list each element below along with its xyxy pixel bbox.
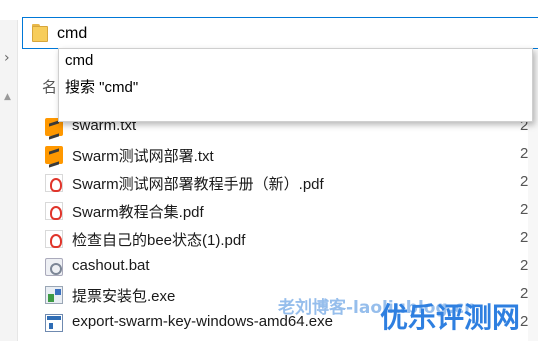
collapse-arrow-icon[interactable]: ▲ xyxy=(4,92,11,102)
address-bar[interactable] xyxy=(22,17,538,49)
file-name: Swarm测试网部署教程手册（新）.pdf xyxy=(72,176,324,193)
watermark-logo-text: 优乐评测网 xyxy=(380,301,521,334)
file-name: cashout.bat xyxy=(72,257,150,274)
exe-icon xyxy=(45,314,63,332)
autocomplete-dropdown[interactable]: cmd 搜索 "cmd" xyxy=(58,48,533,122)
file-name: Swarm测试网部署.txt xyxy=(72,148,214,165)
list-item[interactable]: Swarm教程合集.pdf 202 xyxy=(42,197,538,225)
file-name: 检查自己的bee状态(1).pdf xyxy=(72,232,246,249)
autocomplete-item-cmd[interactable]: cmd xyxy=(65,52,93,69)
column-header-name[interactable]: 名 xyxy=(42,76,57,97)
folder-icon xyxy=(32,24,48,42)
pdf-icon xyxy=(45,230,63,248)
list-item[interactable]: cashout.bat 202 xyxy=(42,253,538,281)
address-input[interactable] xyxy=(57,22,527,46)
navigation-pane[interactable]: › ▲ xyxy=(0,20,18,341)
expand-arrow-icon[interactable]: › xyxy=(4,50,10,66)
list-item[interactable]: Swarm测试网部署.txt 202 xyxy=(42,141,538,169)
list-item[interactable]: 检查自己的bee状态(1).pdf 202 xyxy=(42,225,538,253)
file-name: Swarm教程合集.pdf xyxy=(72,204,204,221)
pdf-icon xyxy=(45,202,63,220)
autocomplete-item-search[interactable]: 搜索 "cmd" xyxy=(65,76,138,97)
file-name: 提票安装包.exe xyxy=(72,288,176,305)
sublime-text-icon xyxy=(45,146,63,164)
batch-file-icon xyxy=(45,258,63,276)
list-item[interactable]: Swarm测试网部署教程手册（新）.pdf 202 xyxy=(42,169,538,197)
installer-icon xyxy=(45,286,63,304)
pdf-icon xyxy=(45,174,63,192)
